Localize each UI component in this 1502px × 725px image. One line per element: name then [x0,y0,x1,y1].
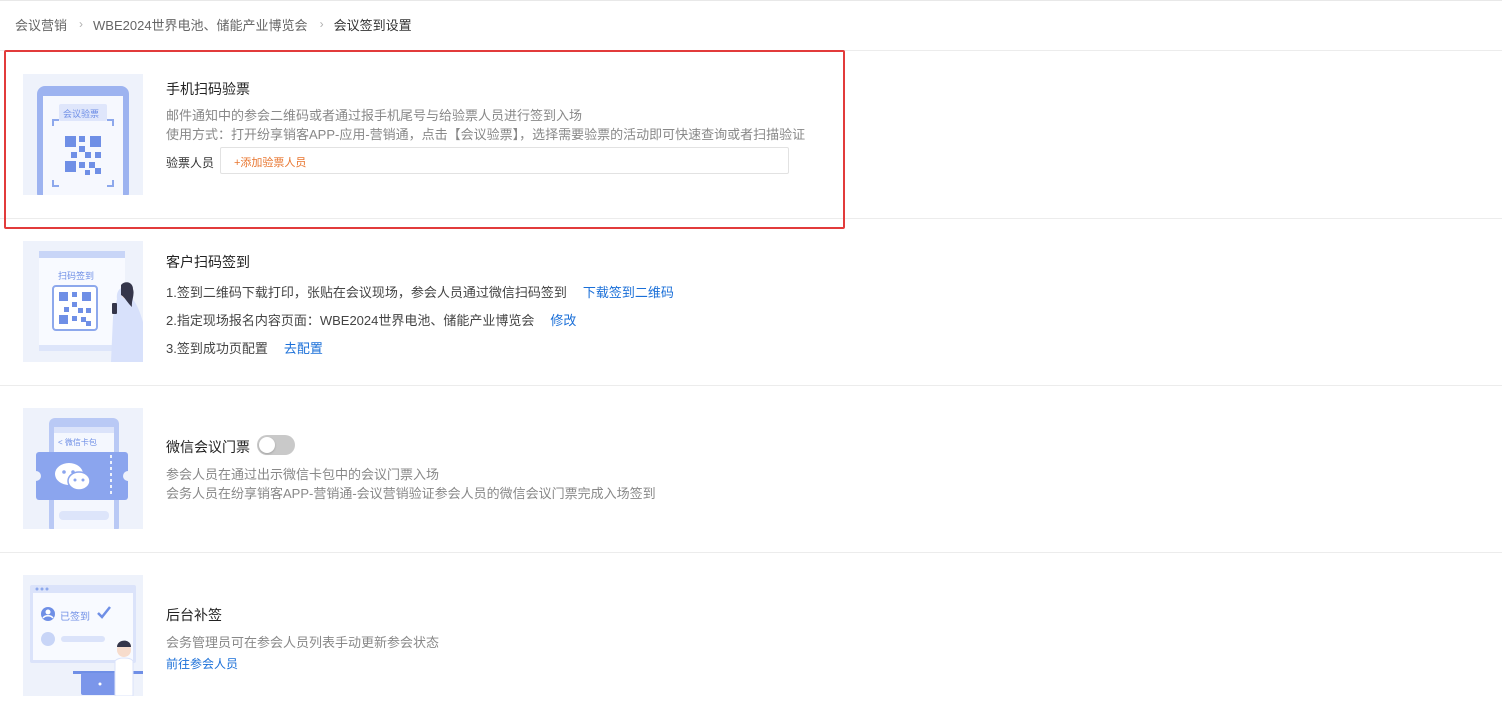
qr-poster-icon [39,251,143,362]
divider [0,50,1502,51]
checker-field[interactable]: +添加验票人员 [220,147,789,174]
signed-in-icon [30,585,143,696]
mobile-scan-title: 手机扫码验票 [166,81,250,97]
configure-link[interactable]: 去配置 [284,341,323,356]
illustration-label: 扫码签到 [58,271,95,281]
breadcrumb-separator: › [79,17,84,31]
wechat-ticket-illustration: < 微信卡包 [23,408,143,529]
phone-ticket-icon [37,86,129,195]
download-qr-link[interactable]: 下载签到二维码 [583,285,674,300]
step-3-text: 3.签到成功页配置 [166,341,268,356]
breadcrumb-item-event[interactable]: WBE2024世界电池、储能产业博览会 [93,15,308,34]
wechat-ticket-toggle[interactable] [257,435,295,455]
toggle-knob [259,437,275,453]
wechat-ticket-title: 微信会议门票 [166,439,250,455]
breadcrumb: 会议营销 › WBE2024世界电池、储能产业博览会 › 会议签到设置 [15,15,412,33]
backend-signin-illustration: 已签到 [23,575,143,696]
divider [0,218,1502,219]
top-border [0,0,1502,1]
customer-scan-step-3: 3.签到成功页配置 去配置 [166,338,323,357]
illustration-label: 已签到 [60,612,90,623]
backend-signin-link-row: 前往参会人员 [166,655,238,672]
divider [0,385,1502,386]
illustration-label: 会议验票 [63,109,100,119]
customer-scan-step-2: 2.指定现场报名内容页面：WBE2024世界电池、储能产业博览会 修改 [166,310,576,329]
add-checker-button[interactable]: +添加验票人员 [234,154,306,170]
breadcrumb-item-marketing[interactable]: 会议营销 [15,15,67,34]
customer-scan-illustration: 扫码签到 [23,241,143,362]
backend-signin-title: 后台补签 [166,607,222,623]
customer-scan-title: 客户扫码签到 [166,254,250,270]
step-1-text: 1.签到二维码下载打印，张贴在会议现场，参会人员通过微信扫码签到 [166,285,567,300]
mobile-scan-illustration: 会议验票 [23,74,143,195]
mobile-scan-desc-2: 使用方式：打开纷享销客APP-应用-营销通，点击【会议验票】，选择需要验票的活动… [166,127,806,142]
modify-link[interactable]: 修改 [550,313,576,328]
backend-signin-desc: 会务管理员可在参会人员列表手动更新参会状态 [166,635,440,650]
checker-label: 验票人员 [166,156,215,170]
customer-scan-step-1: 1.签到二维码下载打印，张贴在会议现场，参会人员通过微信扫码签到 下载签到二维码 [166,282,674,301]
step-2-text: 2.指定现场报名内容页面：WBE2024世界电池、储能产业博览会 [166,313,535,328]
wechat-card-icon [31,418,133,529]
go-to-attendees-link[interactable]: 前往参会人员 [166,657,238,671]
breadcrumb-separator: › [319,17,324,31]
breadcrumb-current: 会议签到设置 [333,17,412,33]
wechat-ticket-desc-1: 参会人员在通过出示微信卡包中的会议门票入场 [166,467,440,482]
wechat-ticket-desc-2: 会务人员在纷享销客APP-营销通-会议营销验证参会人员的微信会议门票完成入场签到 [166,486,656,501]
divider [0,552,1502,553]
mobile-scan-desc-1: 邮件通知中的参会二维码或者通过报手机尾号与给验票人员进行签到入场 [166,108,583,123]
illustration-label: < 微信卡包 [58,438,97,447]
